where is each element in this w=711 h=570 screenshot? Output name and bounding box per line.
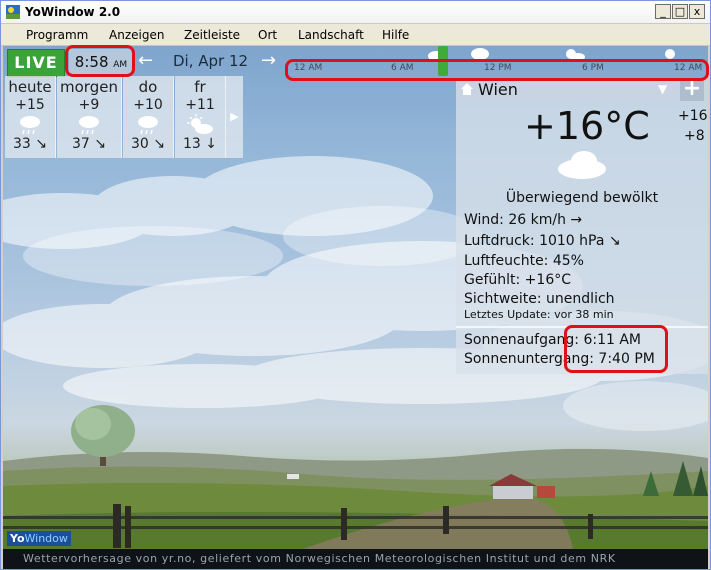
pressure-detail: Luftdruck: 1010 hPa ↘ (464, 233, 621, 249)
last-update: Letztes Update: vor 38 min (464, 308, 614, 321)
forecast-wind: 33 ↘ (13, 136, 47, 152)
menu-bar: Programm Anzeigen Zeitleiste Ort Landsch… (1, 24, 710, 46)
status-bar: Wettervorhersage von yr.no, geliefert vo… (3, 549, 708, 569)
app-icon (6, 5, 20, 19)
live-button[interactable]: LIVE (7, 49, 65, 77)
time-suffix: AM (113, 60, 128, 70)
wind-detail: Wind: 26 km/h → (464, 212, 583, 228)
rain-cloud-icon (57, 114, 121, 136)
cloud-icon (558, 151, 606, 179)
forecast-temp: +11 (185, 97, 215, 113)
forecast-day[interactable]: heute +15 33 ↘ (5, 76, 56, 158)
forecast-wind: 13 ↓ (183, 136, 217, 152)
forecast-temp: +9 (78, 97, 100, 113)
timeline-label: 12 AM (294, 63, 323, 73)
app-window: YoWindow 2.0 _ □ x Programm Anzeigen Zei… (0, 0, 711, 570)
logo-yo: Yo (10, 532, 25, 545)
panel-divider (456, 326, 708, 328)
menu-ort[interactable]: Ort (258, 28, 277, 42)
forecast-day-name: fr (194, 78, 206, 96)
menu-landschaft[interactable]: Landschaft (298, 28, 364, 42)
forecast-temp: +10 (133, 97, 163, 113)
feels-like-detail: Gefühlt: +16°C (464, 272, 572, 288)
forecast-day[interactable]: fr +11 13 ↓ (175, 76, 226, 158)
timeline-label: 12 PM (484, 63, 512, 73)
menu-zeitleiste[interactable]: Zeitleiste (184, 28, 240, 42)
menu-hilfe[interactable]: Hilfe (382, 28, 409, 42)
forecast-wind: 30 ↘ (131, 136, 165, 152)
current-date: Di, Apr 12 (173, 52, 249, 70)
previous-day-arrow[interactable]: ← (138, 50, 153, 71)
next-day-arrow[interactable]: → (261, 50, 276, 71)
timeline-label: 6 AM (391, 63, 414, 73)
sunrise-detail: Sonnenaufgang: 6:11 AM (464, 332, 642, 348)
weather-description: Überwiegend bewölkt (505, 190, 659, 206)
city-name[interactable]: Wien (478, 80, 518, 99)
forecast-day-name: do (138, 78, 158, 96)
forecast-day-name: heute (8, 78, 52, 96)
time-display[interactable]: 8:58 AM (69, 49, 133, 75)
forecast-day-name: morgen (60, 78, 118, 96)
current-temperature: +16°C (524, 104, 650, 148)
menu-anzeigen[interactable]: Anzeigen (109, 28, 164, 42)
weather-scene: LIVE 8:58 AM ← Di, Apr 12 → 12 AM 6 AM 1… (3, 46, 708, 549)
timeline-cursor[interactable] (438, 46, 449, 76)
humidity-detail: Luftfeuchte: 45% (464, 253, 584, 269)
city-header: Wien ▼ + (456, 78, 708, 102)
maximize-button[interactable]: □ (672, 4, 688, 19)
visibility-detail: Sichtweite: unendlich (464, 291, 615, 307)
forecast-temp: +15 (15, 97, 45, 113)
timeline-label: 6 PM (582, 63, 604, 73)
logo-window: Window (24, 532, 68, 545)
minimize-button[interactable]: _ (655, 4, 671, 19)
sunset-detail: Sonnenuntergang: 7:40 PM (464, 351, 655, 367)
rain-cloud-icon (123, 114, 173, 136)
yowindow-logo[interactable]: YoWindow (7, 531, 71, 546)
title-bar[interactable]: YoWindow 2.0 _ □ x (1, 1, 710, 24)
weather-details-panel: Wien ▼ + +16°C +16 +8 Überwiegend bewölk… (456, 78, 708, 374)
window-title: YoWindow 2.0 (25, 5, 121, 19)
close-button[interactable]: x (689, 4, 705, 19)
data-source-credit[interactable]: Wettervorhersage von yr.no, geliefert vo… (23, 549, 616, 569)
forecast-next-button[interactable]: ▶ (226, 76, 243, 158)
timeline-label: 12 AM (674, 63, 703, 73)
timeline-weather-icons (428, 48, 675, 61)
menu-programm[interactable]: Programm (26, 28, 88, 42)
forecast-day[interactable]: morgen +9 37 ↘ (57, 76, 122, 158)
timeline-bar[interactable]: 12 AM 6 AM 12 PM 6 PM 12 AM (288, 46, 708, 78)
high-temperature: +16 (678, 108, 708, 124)
time-value: 8:58 (74, 53, 109, 71)
low-temperature: +8 (684, 128, 705, 144)
add-location-button[interactable]: + (680, 78, 704, 101)
home-icon[interactable] (460, 82, 474, 96)
forecast-wind: 37 ↘ (72, 136, 106, 152)
forecast-day[interactable]: do +10 30 ↘ (123, 76, 174, 158)
city-dropdown-icon[interactable]: ▼ (658, 82, 667, 96)
rain-cloud-icon (5, 114, 55, 136)
sun-cloud-icon (175, 114, 225, 136)
